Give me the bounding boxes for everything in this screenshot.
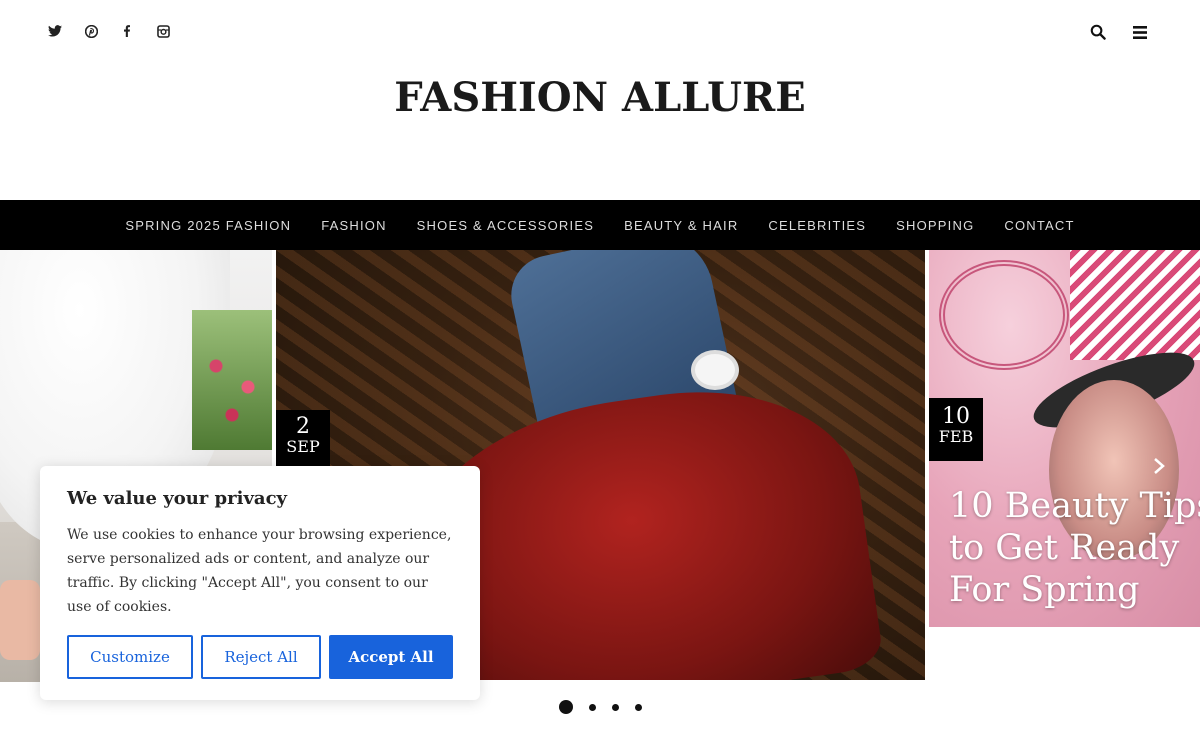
- facebook-icon[interactable]: [118, 22, 136, 40]
- nav-item-fashion[interactable]: FASHION: [321, 218, 386, 233]
- cookie-buttons: Customize Reject All Accept All: [67, 635, 453, 679]
- cookie-consent-banner: We value your privacy We use cookies to …: [40, 466, 480, 700]
- slider-pagination: [0, 700, 1200, 714]
- slide-right-title-line3: For Spring: [949, 570, 1140, 610]
- date-day: 10: [942, 404, 970, 429]
- instagram-icon[interactable]: [154, 22, 172, 40]
- watch: [691, 350, 739, 390]
- slide-right-title-line2: to Get Ready: [949, 528, 1180, 568]
- nav-item-contact[interactable]: CONTACT: [1004, 218, 1074, 233]
- cookie-title: We value your privacy: [67, 488, 287, 509]
- striped-box: [1070, 250, 1200, 360]
- reject-all-button[interactable]: Reject All: [201, 635, 321, 679]
- nav-item-shoes-accessories[interactable]: SHOES & ACCESSORIES: [417, 218, 594, 233]
- menu-icon[interactable]: [1130, 22, 1150, 42]
- twitter-icon[interactable]: [46, 22, 64, 40]
- cookie-body: We use cookies to enhance your browsing …: [67, 527, 452, 615]
- accept-all-button[interactable]: Accept All: [329, 635, 453, 679]
- tulips: [192, 310, 272, 450]
- slider-dot-3[interactable]: [611, 703, 619, 711]
- nav-item-celebrities[interactable]: CELEBRITIES: [768, 218, 866, 233]
- site-title[interactable]: FASHION ALLURE: [0, 74, 1200, 121]
- nav-item-beauty-hair[interactable]: BEAUTY & HAIR: [624, 218, 738, 233]
- slider-dot-4[interactable]: [634, 703, 642, 711]
- pinterest-icon[interactable]: [82, 22, 100, 40]
- pink-rope: [939, 260, 1069, 370]
- header-actions: [1088, 22, 1150, 42]
- date-badge-center: 2 SEP: [276, 410, 330, 466]
- slider-dot-2[interactable]: [588, 703, 596, 711]
- search-icon[interactable]: [1088, 22, 1108, 42]
- feet: [0, 580, 40, 660]
- slide-right-title-line1: 10 Beauty Tips: [949, 486, 1200, 526]
- customize-button[interactable]: Customize: [67, 635, 193, 679]
- social-links: [46, 22, 172, 40]
- nav-item-shopping[interactable]: SHOPPING: [896, 218, 974, 233]
- date-day: 2: [296, 414, 310, 439]
- slide-right-title[interactable]: 10 Beauty Tips to Get Ready For Spring: [949, 485, 1200, 611]
- date-month: FEB: [938, 427, 974, 446]
- date-badge-right: 10 FEB: [929, 398, 983, 461]
- slider-dot-1[interactable]: [558, 700, 573, 714]
- main-nav: SPRING 2025 FASHION FASHION SHOES & ACCE…: [0, 200, 1200, 250]
- date-month: SEP: [286, 437, 320, 456]
- chevron-right-icon[interactable]: [1148, 455, 1170, 477]
- nav-item-spring-2025-fashion[interactable]: SPRING 2025 FASHION: [125, 218, 291, 233]
